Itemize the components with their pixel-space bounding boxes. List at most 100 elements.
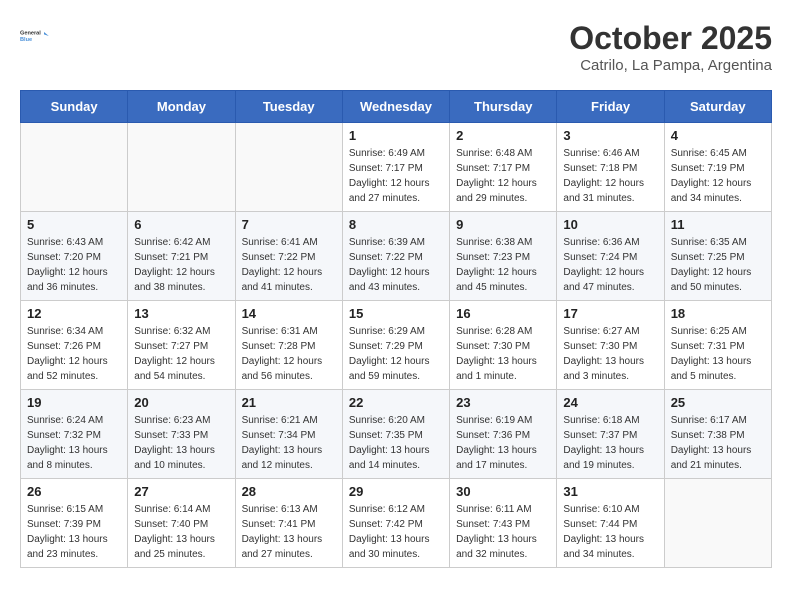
- day-info: Sunrise: 6:15 AMSunset: 7:39 PMDaylight:…: [27, 502, 121, 562]
- day-number: 20: [134, 395, 228, 410]
- day-info: Sunrise: 6:19 AMSunset: 7:36 PMDaylight:…: [456, 413, 550, 473]
- day-number: 13: [134, 306, 228, 321]
- calendar-cell: 27 Sunrise: 6:14 AMSunset: 7:40 PMDayligh…: [128, 479, 235, 568]
- day-info: Sunrise: 6:36 AMSunset: 7:24 PMDaylight:…: [563, 235, 657, 295]
- calendar-cell: 12 Sunrise: 6:34 AMSunset: 7:26 PMDayligh…: [21, 301, 128, 390]
- day-info: Sunrise: 6:32 AMSunset: 7:27 PMDaylight:…: [134, 324, 228, 384]
- calendar-cell: [664, 479, 771, 568]
- location: Catrilo, La Pampa, Argentina: [569, 57, 772, 74]
- day-info: Sunrise: 6:28 AMSunset: 7:30 PMDaylight:…: [456, 324, 550, 384]
- page-header: GeneralBlue General Blue October 2025 Ca…: [20, 20, 772, 74]
- day-info: Sunrise: 6:34 AMSunset: 7:26 PMDaylight:…: [27, 324, 121, 384]
- day-info: Sunrise: 6:31 AMSunset: 7:28 PMDaylight:…: [242, 324, 336, 384]
- day-number: 4: [671, 128, 765, 143]
- svg-text:General: General: [20, 30, 41, 36]
- calendar-cell: 28 Sunrise: 6:13 AMSunset: 7:41 PMDayligh…: [235, 479, 342, 568]
- day-number: 6: [134, 217, 228, 232]
- calendar-cell: [128, 123, 235, 212]
- calendar-cell: 30 Sunrise: 6:11 AMSunset: 7:43 PMDayligh…: [450, 479, 557, 568]
- calendar-cell: 16 Sunrise: 6:28 AMSunset: 7:30 PMDayligh…: [450, 301, 557, 390]
- calendar-cell: [21, 123, 128, 212]
- calendar-cell: 18 Sunrise: 6:25 AMSunset: 7:31 PMDayligh…: [664, 301, 771, 390]
- day-number: 12: [27, 306, 121, 321]
- calendar-cell: 25Sunrise: 6:17 AMSunset: 7:38 PMDayligh…: [664, 390, 771, 479]
- weekday-header-thursday: Thursday: [450, 91, 557, 123]
- day-info: Sunrise: 6:14 AMSunset: 7:40 PMDaylight:…: [134, 502, 228, 562]
- day-info: Sunrise: 6:42 AMSunset: 7:21 PMDaylight:…: [134, 235, 228, 295]
- day-number: 16: [456, 306, 550, 321]
- day-number: 17: [563, 306, 657, 321]
- day-info: Sunrise: 6:35 AMSunset: 7:25 PMDaylight:…: [671, 235, 765, 295]
- day-number: 8: [349, 217, 443, 232]
- day-info: Sunrise: 6:18 AMSunset: 7:37 PMDaylight:…: [563, 413, 657, 473]
- calendar-cell: 26Sunrise: 6:15 AMSunset: 7:39 PMDayligh…: [21, 479, 128, 568]
- calendar-cell: 7 Sunrise: 6:41 AMSunset: 7:22 PMDaylight…: [235, 212, 342, 301]
- day-info: Sunrise: 6:11 AMSunset: 7:43 PMDaylight:…: [456, 502, 550, 562]
- day-number: 24: [563, 395, 657, 410]
- calendar-cell: 8 Sunrise: 6:39 AMSunset: 7:22 PMDaylight…: [342, 212, 449, 301]
- calendar-cell: 31 Sunrise: 6:10 AMSunset: 7:44 PMDayligh…: [557, 479, 664, 568]
- weekday-header-row: SundayMondayTuesdayWednesdayThursdayFrid…: [21, 91, 772, 123]
- day-number: 28: [242, 484, 336, 499]
- weekday-header-friday: Friday: [557, 91, 664, 123]
- day-info: Sunrise: 6:13 AMSunset: 7:41 PMDaylight:…: [242, 502, 336, 562]
- day-number: 3: [563, 128, 657, 143]
- svg-text:Blue: Blue: [20, 37, 32, 43]
- day-number: 31: [563, 484, 657, 499]
- calendar-cell: 20 Sunrise: 6:23 AMSunset: 7:33 PMDayligh…: [128, 390, 235, 479]
- day-info: Sunrise: 6:41 AMSunset: 7:22 PMDaylight:…: [242, 235, 336, 295]
- calendar-cell: 6 Sunrise: 6:42 AMSunset: 7:21 PMDaylight…: [128, 212, 235, 301]
- calendar-cell: 14 Sunrise: 6:31 AMSunset: 7:28 PMDayligh…: [235, 301, 342, 390]
- calendar-cell: 24 Sunrise: 6:18 AMSunset: 7:37 PMDayligh…: [557, 390, 664, 479]
- calendar-cell: 11 Sunrise: 6:35 AMSunset: 7:25 PMDayligh…: [664, 212, 771, 301]
- day-number: 15: [349, 306, 443, 321]
- day-number: 5: [27, 217, 121, 232]
- calendar-cell: [235, 123, 342, 212]
- day-number: 9: [456, 217, 550, 232]
- weekday-header-tuesday: Tuesday: [235, 91, 342, 123]
- day-number: 14: [242, 306, 336, 321]
- day-info: Sunrise: 6:24 AMSunset: 7:32 PMDaylight:…: [27, 413, 121, 473]
- calendar-cell: 2Sunrise: 6:48 AMSunset: 7:17 PMDaylight…: [450, 123, 557, 212]
- day-info: Sunrise: 6:48 AMSunset: 7:17 PMDaylight:…: [456, 146, 550, 206]
- calendar-cell: 17Sunrise: 6:27 AMSunset: 7:30 PMDayligh…: [557, 301, 664, 390]
- title-block: October 2025 Catrilo, La Pampa, Argentin…: [569, 20, 772, 74]
- weekday-header-monday: Monday: [128, 91, 235, 123]
- day-number: 19: [27, 395, 121, 410]
- day-number: 29: [349, 484, 443, 499]
- calendar-cell: 23 Sunrise: 6:19 AMSunset: 7:36 PMDayligh…: [450, 390, 557, 479]
- calendar-cell: 10 Sunrise: 6:36 AMSunset: 7:24 PMDayligh…: [557, 212, 664, 301]
- day-number: 22: [349, 395, 443, 410]
- calendar-cell: 22 Sunrise: 6:20 AMSunset: 7:35 PMDayligh…: [342, 390, 449, 479]
- calendar-week-2: 5 Sunrise: 6:43 AMSunset: 7:20 PMDaylight…: [21, 212, 772, 301]
- calendar-cell: 21Sunrise: 6:21 AMSunset: 7:34 PMDayligh…: [235, 390, 342, 479]
- weekday-header-sunday: Sunday: [21, 91, 128, 123]
- day-number: 11: [671, 217, 765, 232]
- weekday-header-wednesday: Wednesday: [342, 91, 449, 123]
- calendar-week-5: 26Sunrise: 6:15 AMSunset: 7:39 PMDayligh…: [21, 479, 772, 568]
- day-number: 7: [242, 217, 336, 232]
- calendar-cell: 29Sunrise: 6:12 AMSunset: 7:42 PMDayligh…: [342, 479, 449, 568]
- calendar-cell: 3Sunrise: 6:46 AMSunset: 7:18 PMDaylight…: [557, 123, 664, 212]
- calendar-cell: 13 Sunrise: 6:32 AMSunset: 7:27 PMDayligh…: [128, 301, 235, 390]
- day-info: Sunrise: 6:43 AMSunset: 7:20 PMDaylight:…: [27, 235, 121, 295]
- day-info: Sunrise: 6:10 AMSunset: 7:44 PMDaylight:…: [563, 502, 657, 562]
- month-title: October 2025: [569, 20, 772, 57]
- day-info: Sunrise: 6:39 AMSunset: 7:22 PMDaylight:…: [349, 235, 443, 295]
- day-number: 23: [456, 395, 550, 410]
- day-number: 18: [671, 306, 765, 321]
- calendar-week-1: 1Sunrise: 6:49 AMSunset: 7:17 PMDaylight…: [21, 123, 772, 212]
- day-number: 21: [242, 395, 336, 410]
- day-number: 27: [134, 484, 228, 499]
- calendar-cell: 19 Sunrise: 6:24 AMSunset: 7:32 PMDayligh…: [21, 390, 128, 479]
- calendar-cell: 5 Sunrise: 6:43 AMSunset: 7:20 PMDaylight…: [21, 212, 128, 301]
- logo: GeneralBlue General Blue: [20, 20, 52, 52]
- day-info: Sunrise: 6:23 AMSunset: 7:33 PMDaylight:…: [134, 413, 228, 473]
- day-number: 10: [563, 217, 657, 232]
- calendar-cell: 9Sunrise: 6:38 AMSunset: 7:23 PMDaylight…: [450, 212, 557, 301]
- day-info: Sunrise: 6:17 AMSunset: 7:38 PMDaylight:…: [671, 413, 765, 473]
- day-info: Sunrise: 6:25 AMSunset: 7:31 PMDaylight:…: [671, 324, 765, 384]
- calendar-cell: 4Sunrise: 6:45 AMSunset: 7:19 PMDaylight…: [664, 123, 771, 212]
- day-number: 30: [456, 484, 550, 499]
- day-info: Sunrise: 6:20 AMSunset: 7:35 PMDaylight:…: [349, 413, 443, 473]
